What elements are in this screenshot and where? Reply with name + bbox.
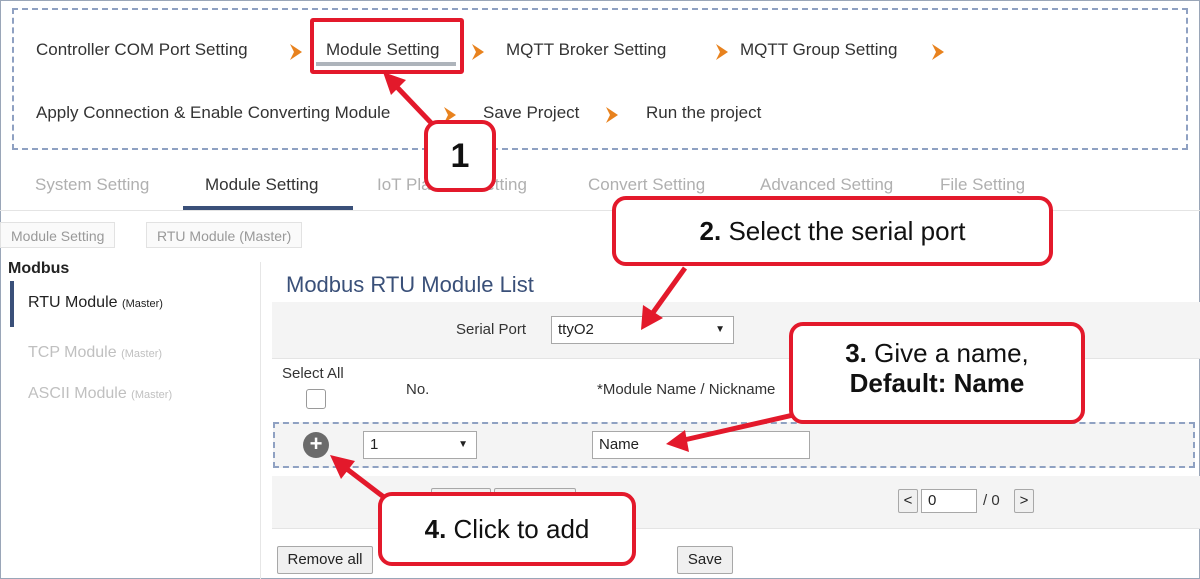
sidebar-item-ascii-module[interactable]: ASCII Module (Master) bbox=[28, 385, 172, 403]
module-number-value: 1 bbox=[370, 436, 379, 453]
step-apply-connection[interactable]: Apply Connection & Enable Converting Mod… bbox=[36, 103, 390, 123]
callout-step-1: 1 bbox=[424, 120, 496, 192]
sidebar-item-sub: (Master) bbox=[121, 348, 163, 360]
serial-port-value: ttyO2 bbox=[558, 321, 594, 338]
select-all-checkbox[interactable] bbox=[306, 389, 326, 409]
sidebar-item-sub: (Master) bbox=[131, 389, 173, 401]
tab-convert-setting[interactable]: Convert Setting bbox=[588, 175, 705, 195]
page-title: Modbus RTU Module List bbox=[286, 272, 534, 297]
step-run-project[interactable]: Run the project bbox=[646, 103, 761, 123]
tab-module-setting[interactable]: Module Setting bbox=[205, 175, 318, 195]
pager-page-input[interactable]: 0 bbox=[921, 489, 977, 513]
tab-advanced-setting[interactable]: Advanced Setting bbox=[760, 175, 893, 195]
breadcrumb-module-setting[interactable]: Module Setting bbox=[0, 222, 116, 248]
callout-3-text: Give a name, bbox=[866, 338, 1029, 368]
callout-3-number: 3. bbox=[845, 338, 867, 368]
chevron-right-icon bbox=[602, 105, 622, 125]
step-controller-com-port[interactable]: Controller COM Port Setting bbox=[36, 40, 248, 60]
step-mqtt-group[interactable]: MQTT Group Setting bbox=[740, 40, 897, 60]
module-number-select[interactable]: 1 ▼ bbox=[363, 431, 477, 459]
sidebar-item-tcp-module[interactable]: TCP Module (Master) bbox=[28, 344, 162, 362]
chevron-right-icon bbox=[468, 42, 488, 62]
callout-step-3: 3. Give a name, Default: Name bbox=[789, 322, 1085, 424]
sidebar-item-rtu-module[interactable]: RTU Module (Master) bbox=[28, 294, 163, 312]
step-mqtt-broker[interactable]: MQTT Broker Setting bbox=[506, 40, 666, 60]
callout-3-line2: Default: Name bbox=[849, 368, 1025, 398]
save-button[interactable]: Save bbox=[677, 546, 733, 574]
pager-next-button[interactable]: > bbox=[1014, 489, 1034, 513]
breadcrumb-rtu-module[interactable]: RTU Module (Master) bbox=[146, 222, 303, 248]
callout-3-line1: 3. Give a name, bbox=[793, 338, 1081, 368]
callout-4-text: Click to add bbox=[446, 514, 590, 544]
pager-total: / 0 bbox=[983, 492, 1000, 509]
callout-2-number: 2. bbox=[699, 216, 722, 246]
sidebar-title: Modbus bbox=[8, 260, 70, 277]
sidebar-item-label: TCP Module bbox=[28, 344, 117, 361]
sidebar-divider bbox=[260, 262, 261, 579]
add-plus-icon[interactable]: + bbox=[303, 432, 329, 458]
module-name-input[interactable]: Name bbox=[592, 431, 810, 459]
callout-step-4: 4. Click to add bbox=[378, 492, 636, 566]
pager-prev-button[interactable]: < bbox=[898, 489, 918, 513]
sidebar-item-label: RTU Module bbox=[28, 294, 118, 311]
chevron-right-icon bbox=[928, 42, 948, 62]
step-save-project[interactable]: Save Project bbox=[483, 103, 579, 123]
sidebar-item-label: ASCII Module bbox=[28, 385, 127, 402]
serial-port-label: Serial Port bbox=[456, 321, 527, 338]
callout-step-2: 2. Select the serial port bbox=[612, 196, 1053, 266]
sidebar-active-indicator bbox=[10, 281, 14, 327]
select-all-label: Select All bbox=[282, 365, 344, 382]
tab-system-setting[interactable]: System Setting bbox=[35, 175, 149, 195]
remove-all-button[interactable]: Remove all bbox=[277, 546, 373, 574]
column-header-no: No. bbox=[406, 381, 430, 398]
wizard-steps bbox=[12, 8, 1188, 150]
serial-port-select[interactable]: ttyO2 ▼ bbox=[551, 316, 734, 344]
dropdown-arrow-icon: ▼ bbox=[458, 439, 468, 450]
callout-4-number: 4. bbox=[424, 514, 447, 544]
tab-file-setting[interactable]: File Setting bbox=[940, 175, 1025, 195]
chevron-right-icon bbox=[286, 42, 306, 62]
sidebar-item-sub: (Master) bbox=[121, 298, 163, 310]
callout-2-text: Select the serial port bbox=[721, 216, 966, 246]
highlight-box-module-setting bbox=[310, 18, 464, 74]
chevron-right-icon bbox=[712, 42, 732, 62]
column-header-module-name: *Module Name / Nickname bbox=[597, 381, 776, 398]
callout-1-number: 1 bbox=[450, 137, 470, 175]
dropdown-arrow-icon: ▼ bbox=[715, 324, 725, 335]
